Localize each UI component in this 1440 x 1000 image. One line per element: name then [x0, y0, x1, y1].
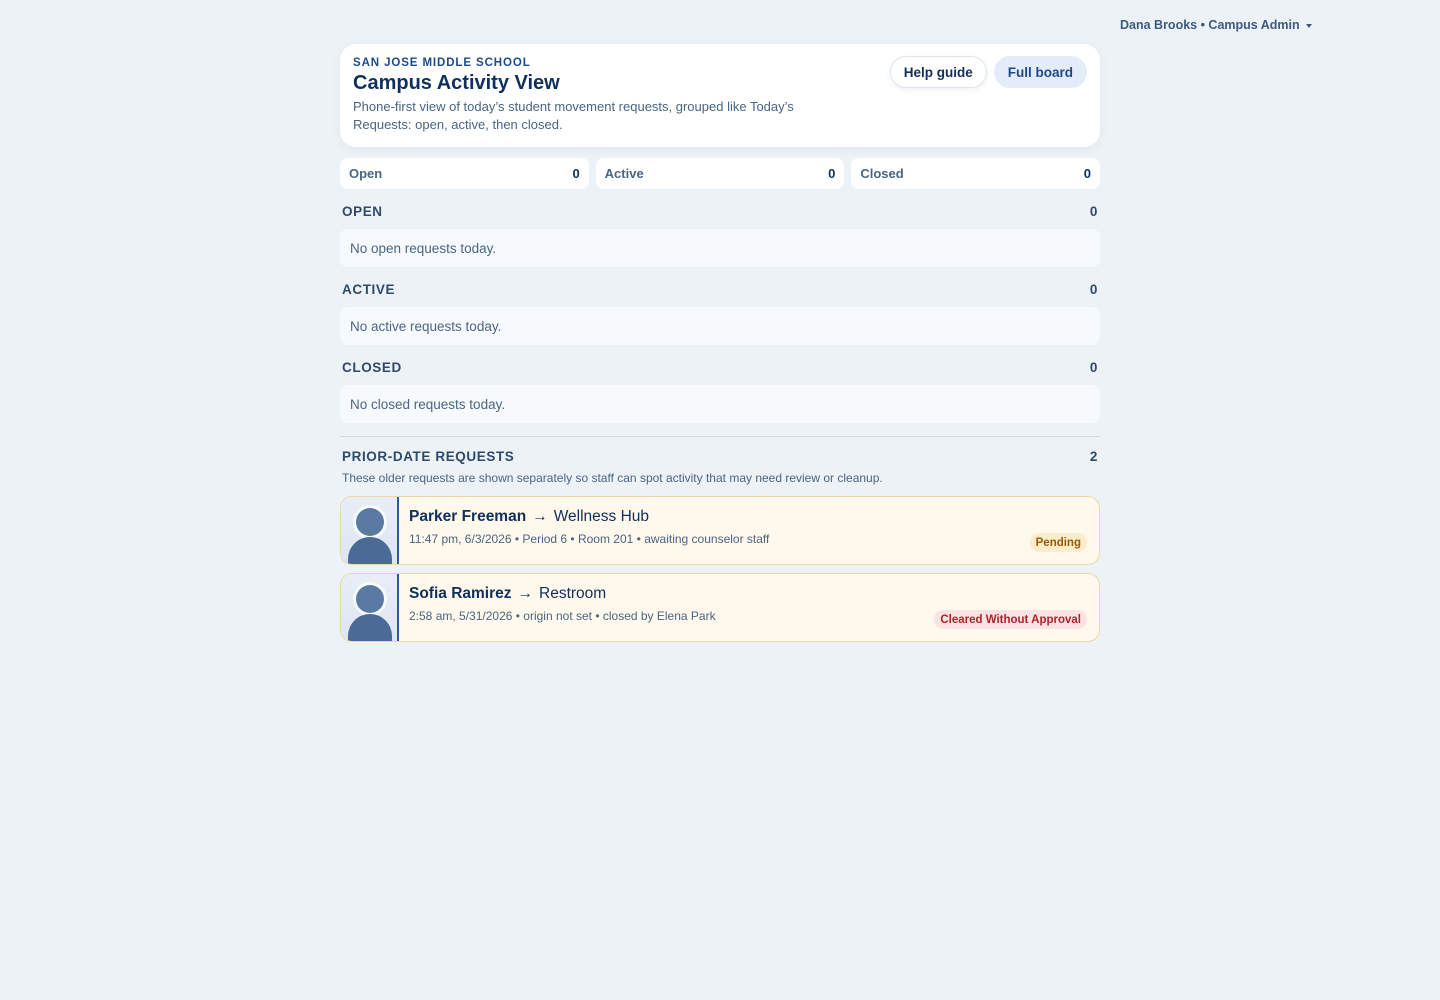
full-board-button[interactable]: Full board — [993, 56, 1087, 88]
request-title: Sofia Ramirez → Restroom — [409, 585, 1089, 603]
avatar — [341, 574, 399, 641]
help-guide-button[interactable]: Help guide — [889, 56, 987, 88]
section-header-open: OPEN 0 — [340, 201, 1100, 221]
section-title: OPEN — [342, 203, 383, 219]
count-value: 0 — [1083, 166, 1092, 181]
count-label: Open — [349, 166, 383, 181]
page-subtitle: Phone-first view of today’s student move… — [353, 99, 794, 132]
section-header-closed: CLOSED 0 — [340, 357, 1100, 377]
empty-closed: No closed requests today. — [340, 385, 1100, 423]
prior-note: These older requests are shown separatel… — [342, 471, 883, 485]
header-actions: Help guide Full board — [889, 56, 1087, 88]
section-header-prior: PRIOR-DATE REQUESTS 2 — [340, 446, 1100, 466]
count-active: Active 0 — [595, 158, 845, 189]
request-meta: 11:47 pm, 6/3/2026 • Period 6 • Room 201… — [409, 532, 770, 546]
section-title: ACTIVE — [342, 281, 396, 297]
section-title: CLOSED — [342, 359, 402, 375]
destination: Wellness Hub — [553, 508, 650, 525]
request-title: Parker Freeman → Wellness Hub — [409, 508, 1089, 526]
avatar — [341, 497, 399, 564]
arrow-right-icon: → — [532, 508, 548, 525]
count-closed: Closed 0 — [851, 158, 1101, 189]
user-menu-label: Dana Brooks • Campus Admin — [1120, 18, 1300, 32]
header-card: SAN JOSE MIDDLE SCHOOL Campus Activity V… — [340, 44, 1100, 147]
divider — [340, 436, 1100, 437]
avatar-body — [348, 614, 392, 641]
destination: Restroom — [539, 585, 607, 602]
status-badge: Pending — [1029, 533, 1087, 552]
arrow-right-icon: → — [517, 585, 534, 602]
count-label: Closed — [860, 166, 904, 181]
count-value: 0 — [572, 166, 580, 181]
request-content: Parker Freeman → Wellness Hub 11:47 pm, 6/… — [399, 497, 1099, 564]
user-menu[interactable]: Dana Brooks • Campus Admin — [1120, 18, 1312, 32]
count-open: Open 0 — [340, 158, 589, 189]
student-name: Sofia Ramirez — [409, 585, 512, 602]
avatar-head — [356, 508, 384, 536]
empty-open: No open requests today. — [340, 229, 1100, 267]
request-card[interactable]: Parker Freeman → Wellness Hub 11:47 pm, 6/… — [340, 496, 1100, 565]
count-value: 0 — [828, 166, 836, 181]
section-count: 0 — [1089, 203, 1098, 219]
main-container: SAN JOSE MIDDLE SCHOOL Campus Activity V… — [340, 44, 1101, 642]
request-card[interactable]: Sofia Ramirez → Restroom 2:58 am, 5/31/202… — [340, 573, 1100, 642]
empty-active: No active requests today. — [340, 307, 1100, 345]
status-counts: Open 0 Active 0 Closed 0 — [340, 158, 1101, 189]
section-count: 2 — [1089, 448, 1098, 464]
student-name: Parker Freeman — [409, 508, 527, 525]
avatar-body — [348, 537, 392, 564]
chevron-down-icon — [1305, 24, 1312, 28]
count-label: Active — [604, 166, 644, 181]
section-count: 0 — [1089, 359, 1098, 375]
request-content: Sofia Ramirez → Restroom 2:58 am, 5/31/202… — [399, 574, 1099, 641]
section-title: PRIOR-DATE REQUESTS — [342, 448, 515, 464]
avatar-head — [356, 585, 384, 613]
status-badge: Cleared Without Approval — [934, 610, 1087, 629]
section-count: 0 — [1089, 281, 1098, 297]
section-header-active: ACTIVE 0 — [340, 279, 1100, 299]
